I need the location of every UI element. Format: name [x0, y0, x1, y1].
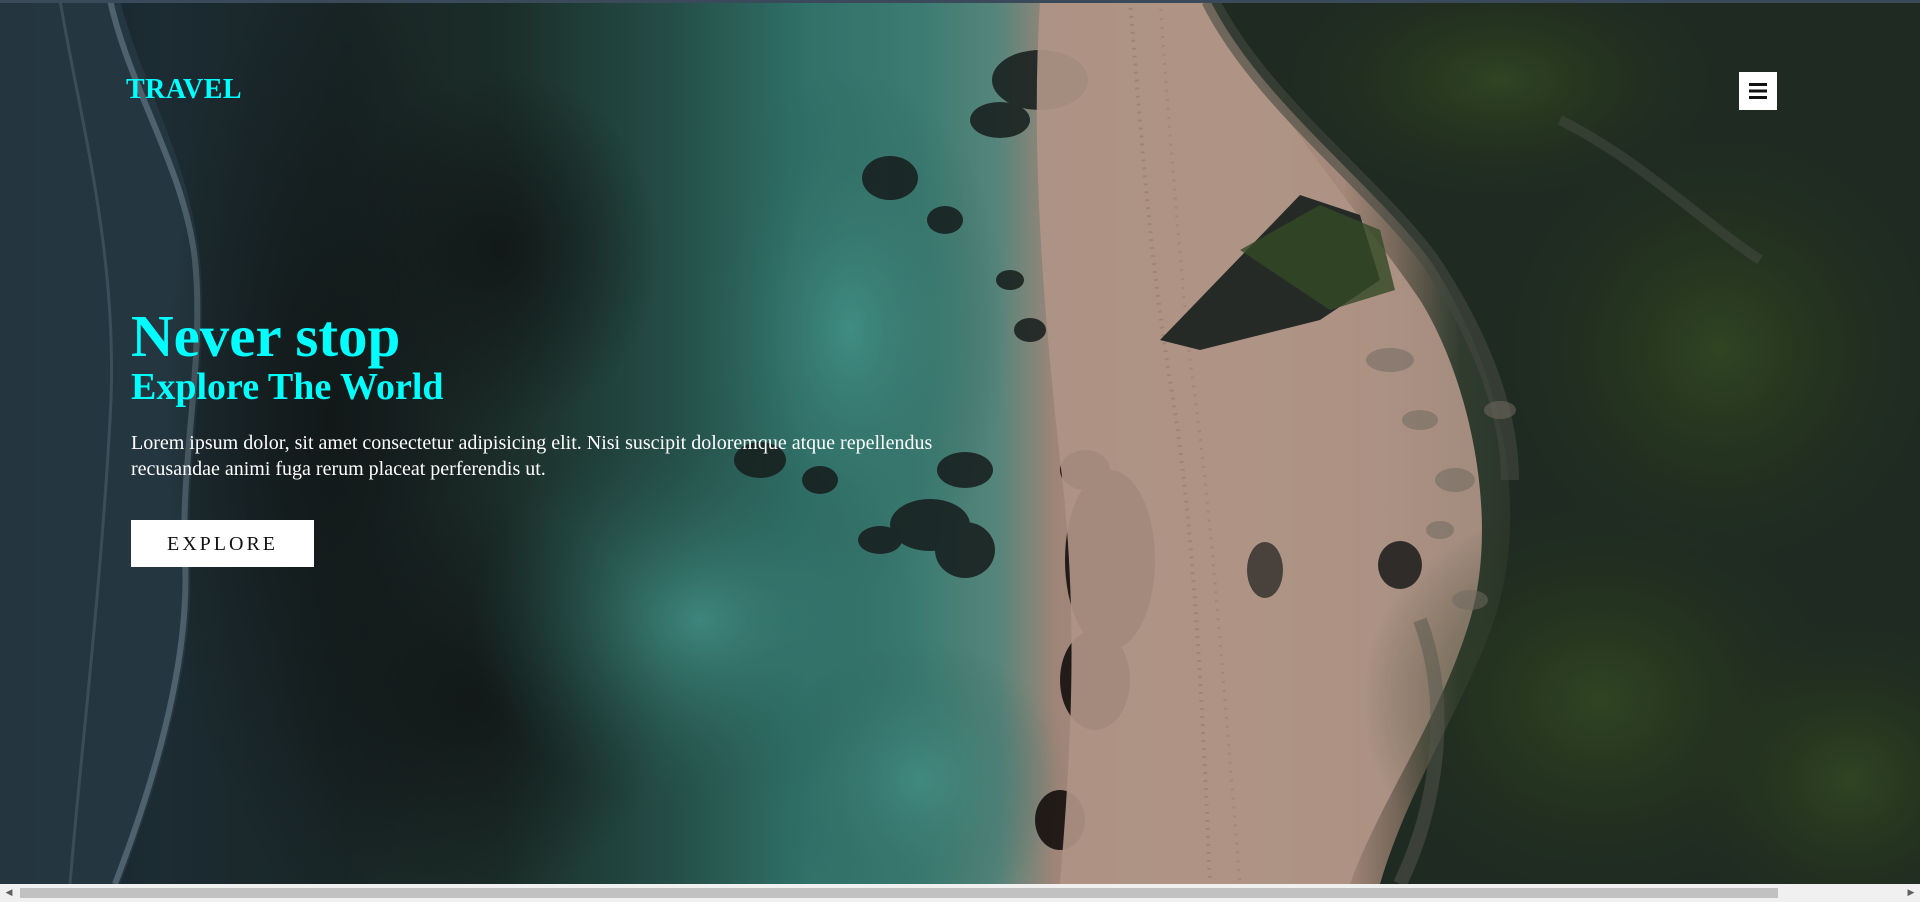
window-top-edge — [0, 0, 1920, 3]
scrollbar-thumb[interactable] — [20, 888, 1778, 898]
hero-title: Never stop — [131, 303, 401, 369]
page-viewport: TRAVEL Never stop Explore The World Lore… — [0, 0, 1920, 902]
horizontal-scrollbar[interactable]: ◀ ▶ — [0, 884, 1920, 902]
hero-description: Lorem ipsum dolor, sit amet consectetur … — [131, 432, 933, 480]
explore-button[interactable]: EXPLORE — [131, 520, 314, 567]
hamburger-menu-icon — [1749, 83, 1767, 99]
scroll-right-arrow-icon[interactable]: ▶ — [1902, 884, 1920, 902]
scroll-left-arrow-icon[interactable]: ◀ — [0, 884, 18, 902]
hero-subtitle: Explore The World — [131, 366, 444, 408]
hero-content: Never stop Explore The World Lorem ipsum… — [131, 306, 1031, 567]
logo-link[interactable]: TRAVEL — [126, 74, 242, 106]
menu-toggle-button[interactable] — [1739, 72, 1777, 110]
